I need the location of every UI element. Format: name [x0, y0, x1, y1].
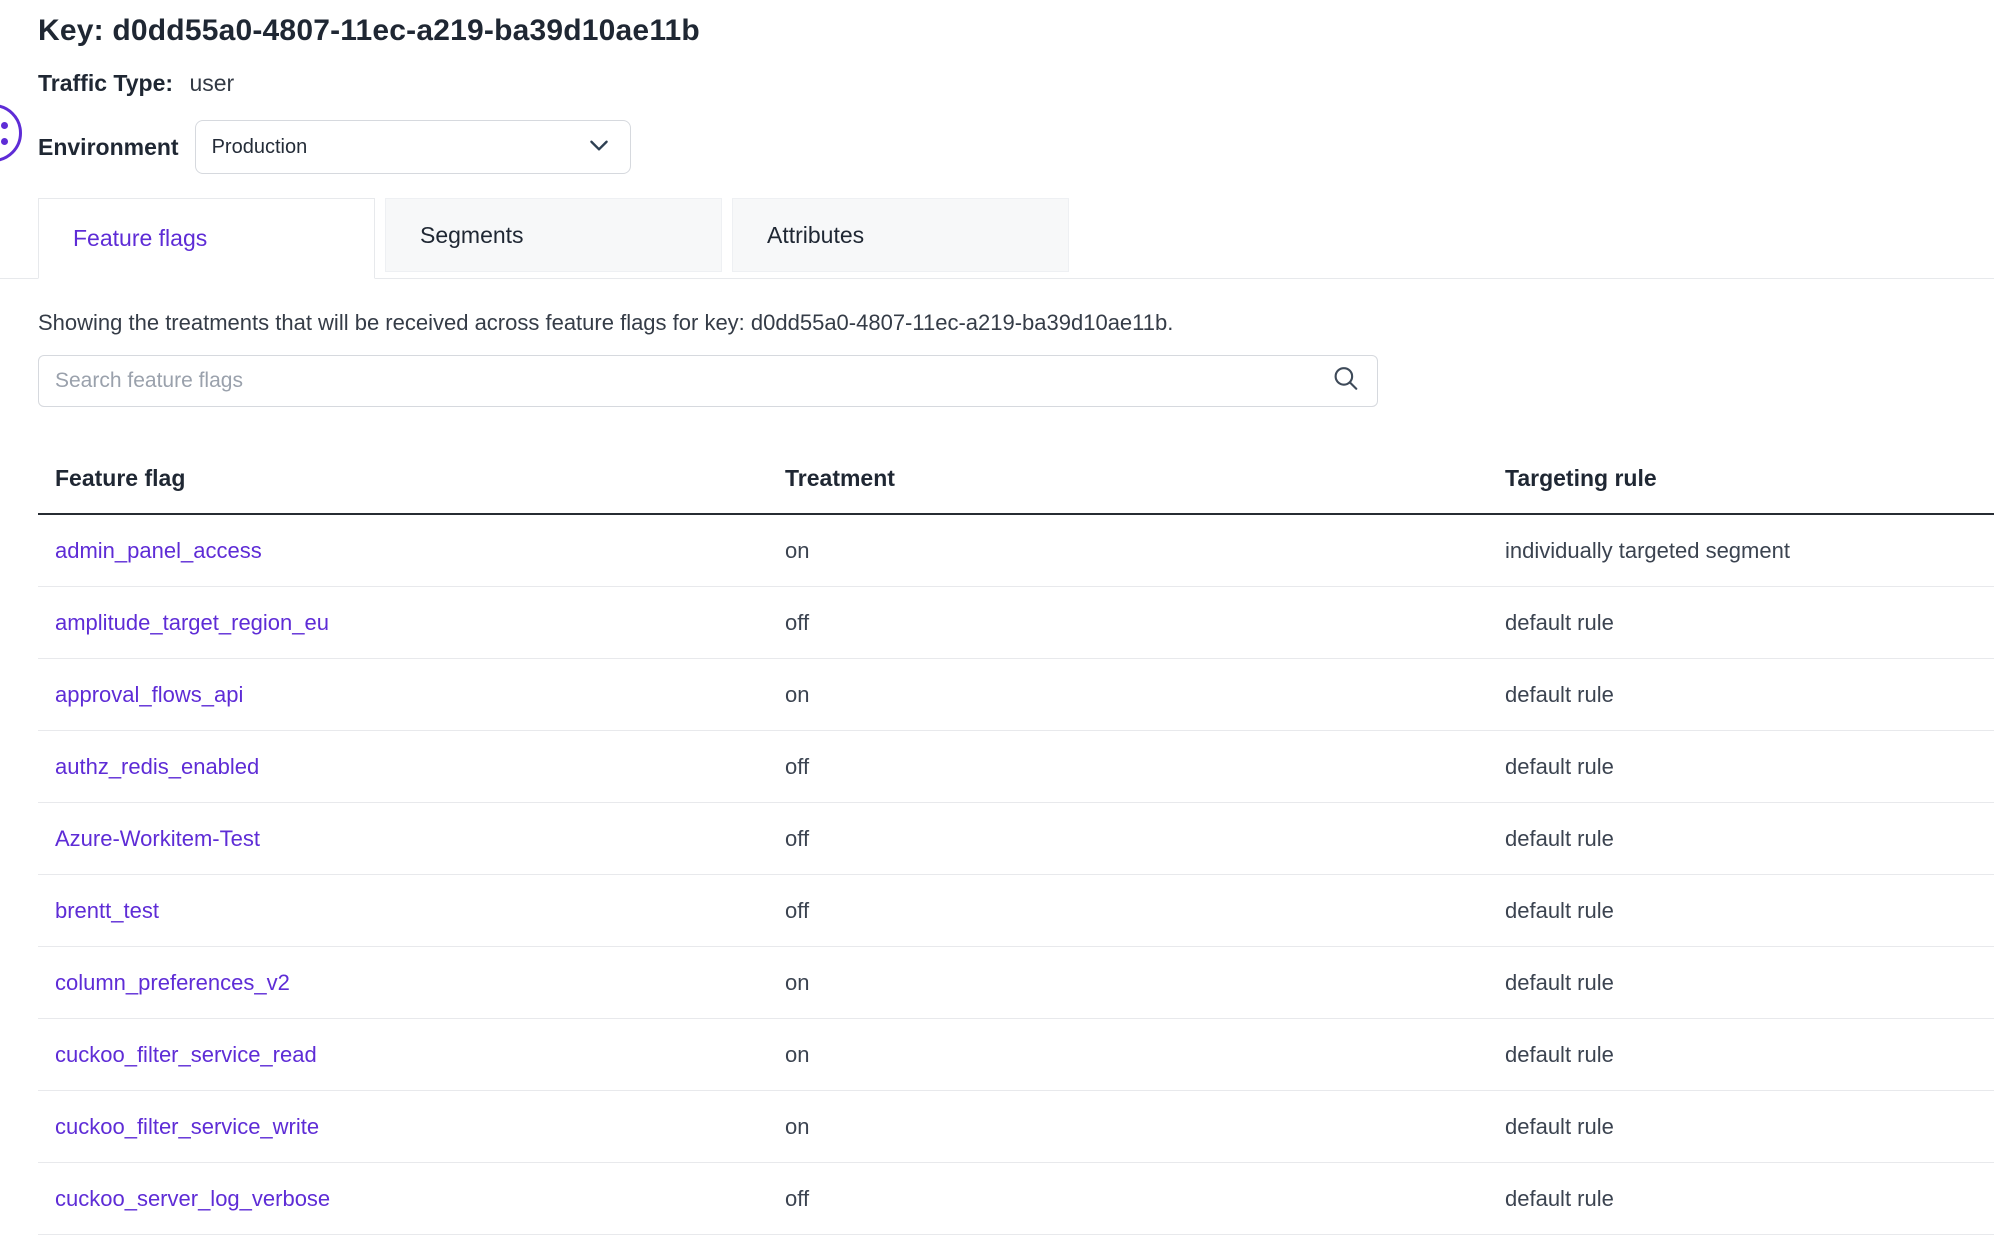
table-row: cuckoo_filter_service_write ondefault rul… — [38, 1091, 1994, 1163]
environment-select-value: Production — [212, 136, 586, 159]
environment-row: Environment Production — [38, 120, 1994, 174]
feature-flag-link[interactable]: authz_redis_enabled — [55, 754, 259, 779]
table-header-row: Feature flag Treatment Targeting rule — [38, 443, 1994, 515]
targeting-rule-value: individually targeted segment — [1505, 538, 1994, 564]
table-row: admin_panel_access onindividually targete… — [38, 515, 1994, 587]
feature-flag-link[interactable]: cuckoo_filter_service_write — [55, 1114, 319, 1139]
treatment-value: off — [785, 1186, 1505, 1212]
environment-select[interactable]: Production — [195, 120, 631, 174]
partial-circle-icon-dot — [1, 122, 8, 129]
treatment-value: off — [785, 610, 1505, 636]
description-text: Showing the treatments that will be rece… — [38, 308, 1994, 338]
table-row: brentt_test offdefault rule — [38, 875, 1994, 947]
table-row: column_preferences_v2 ondefault rule — [38, 947, 1994, 1019]
targeting-rule-value: default rule — [1505, 970, 1994, 996]
feature-flag-link[interactable]: cuckoo_server_log_verbose — [55, 1186, 330, 1211]
treatment-value: off — [785, 898, 1505, 924]
targeting-rule-value: default rule — [1505, 1114, 1994, 1140]
table-row: amplitude_target_region_eu offdefault rul… — [38, 587, 1994, 659]
feature-flag-link[interactable]: amplitude_target_region_eu — [55, 610, 329, 635]
table-row: authz_redis_enabled offdefault rule — [38, 731, 1994, 803]
targeting-rule-value: default rule — [1505, 826, 1994, 852]
feature-flag-link[interactable]: cuckoo_filter_service_read — [55, 1042, 317, 1067]
page-title: Key: d0dd55a0-4807-11ec-a219-ba39d10ae11… — [38, 10, 1994, 52]
targeting-rule-value: default rule — [1505, 682, 1994, 708]
chevron-down-icon — [586, 132, 612, 163]
table-body: admin_panel_accessonindividually targete… — [38, 515, 1994, 1235]
column-header-treatment: Treatment — [785, 465, 1505, 492]
table-row: Azure-Workitem-Test offdefault rule — [38, 803, 1994, 875]
table-row: cuckoo_server_log_verbose offdefault rule — [38, 1163, 1994, 1235]
traffic-type-value: user — [189, 70, 234, 96]
tab-feature-flags[interactable]: Feature flags — [38, 198, 375, 279]
treatment-value: off — [785, 826, 1505, 852]
treatment-value: on — [785, 1042, 1505, 1068]
targeting-rule-value: default rule — [1505, 898, 1994, 924]
targeting-rule-value: default rule — [1505, 610, 1994, 636]
feature-flag-link[interactable]: approval_flows_api — [55, 682, 243, 707]
traffic-type-label: Traffic Type: — [38, 70, 173, 96]
tab-bar: Feature flags Segments Attributes — [0, 198, 1994, 279]
feature-flags-table: Feature flag Treatment Targeting rule ad… — [38, 443, 1994, 1235]
targeting-rule-value: default rule — [1505, 754, 1994, 780]
search-icon — [1331, 364, 1361, 399]
tab-content: Showing the treatments that will be rece… — [0, 308, 1994, 1235]
tab-segments[interactable]: Segments — [385, 198, 722, 272]
targeting-rule-value: default rule — [1505, 1186, 1994, 1212]
treatment-value: off — [785, 754, 1505, 780]
column-header-targeting-rule: Targeting rule — [1505, 465, 1994, 492]
feature-flag-link[interactable]: admin_panel_access — [55, 538, 262, 563]
treatment-value: on — [785, 682, 1505, 708]
partial-circle-icon-dot — [1, 138, 8, 145]
feature-flag-link[interactable]: Azure-Workitem-Test — [55, 826, 260, 851]
table-row: approval_flows_api ondefault rule — [38, 659, 1994, 731]
tab-attributes[interactable]: Attributes — [732, 198, 1069, 272]
column-header-feature-flag: Feature flag — [38, 465, 785, 492]
traffic-type-row: Traffic Type: user — [38, 68, 1994, 98]
table-row: cuckoo_filter_service_read ondefault rule — [38, 1019, 1994, 1091]
search-box — [38, 355, 1378, 407]
key-detail-page: Key: d0dd55a0-4807-11ec-a219-ba39d10ae11… — [0, 0, 1994, 1252]
treatment-value: on — [785, 1114, 1505, 1140]
page-header: Key: d0dd55a0-4807-11ec-a219-ba39d10ae11… — [0, 0, 1994, 174]
treatment-value: on — [785, 970, 1505, 996]
targeting-rule-value: default rule — [1505, 1042, 1994, 1068]
environment-label: Environment — [38, 134, 179, 161]
feature-flag-link[interactable]: brentt_test — [55, 898, 159, 923]
feature-flag-link[interactable]: column_preferences_v2 — [55, 970, 290, 995]
search-input[interactable] — [39, 356, 1377, 406]
treatment-value: on — [785, 538, 1505, 564]
